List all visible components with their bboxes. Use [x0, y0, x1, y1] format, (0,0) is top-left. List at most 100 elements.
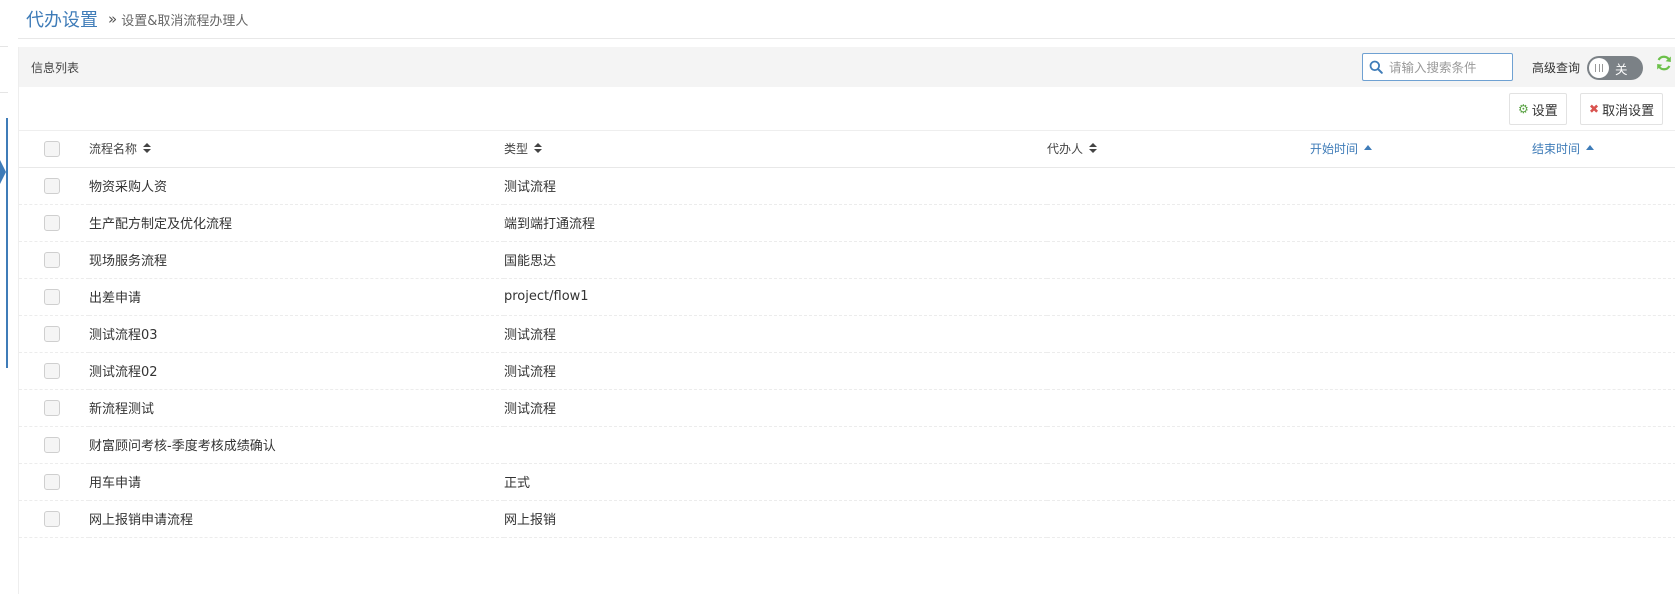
cell-agent — [1047, 463, 1310, 501]
cell-agent — [1047, 241, 1310, 279]
cell-start-time — [1310, 389, 1532, 427]
row-select-cell — [19, 167, 89, 205]
cell-name: 新流程测试 — [89, 389, 504, 427]
cell-end-time — [1532, 204, 1675, 242]
nav-divider — [0, 46, 8, 47]
cell-name: 测试流程03 — [89, 315, 504, 353]
select-all-checkbox[interactable] — [44, 140, 60, 157]
cell-end-time — [1532, 315, 1675, 353]
row-select-cell — [19, 241, 89, 279]
row-select-cell — [19, 463, 89, 501]
close-icon: ✖ — [1589, 102, 1600, 116]
table-row[interactable]: 测试流程02 测试流程 — [19, 352, 1675, 390]
panel-title: 信息列表 — [31, 60, 80, 75]
cell-agent — [1047, 389, 1310, 427]
column-header-label: 代办人 — [1047, 142, 1084, 157]
row-checkbox[interactable] — [44, 214, 60, 231]
row-checkbox[interactable] — [44, 177, 60, 194]
cell-type — [504, 426, 1047, 464]
column-header-type[interactable]: 类型 — [504, 131, 1047, 168]
row-checkbox[interactable] — [44, 251, 60, 268]
table-header-row: 流程名称 类型 代办人 开始时间 结束时间 — [19, 131, 1675, 168]
breadcrumb-separator-icon: » — [108, 10, 118, 28]
breadcrumb: » 设置&取消流程办理人 — [108, 10, 248, 29]
cell-name: 生产配方制定及优化流程 — [89, 204, 504, 242]
set-button[interactable]: ⚙ 设置 — [1509, 93, 1567, 125]
row-checkbox[interactable] — [44, 436, 60, 453]
table-row[interactable]: 物资采购人资 测试流程 — [19, 167, 1675, 205]
gear-icon: ⚙ — [1518, 102, 1529, 116]
cell-end-time — [1532, 167, 1675, 205]
cell-type: 端到端打通流程 — [504, 204, 1047, 242]
toggle-knob — [1589, 58, 1609, 78]
column-header-end-time[interactable]: 结束时间 — [1532, 131, 1675, 168]
table-row[interactable]: 生产配方制定及优化流程 端到端打通流程 — [19, 204, 1675, 242]
sort-icon — [534, 143, 543, 154]
nav-active-indicator — [6, 118, 8, 368]
cell-agent — [1047, 352, 1310, 390]
row-checkbox[interactable] — [44, 510, 60, 527]
table-row[interactable]: 现场服务流程 国能思达 — [19, 241, 1675, 279]
page-header: 代办设置 » 设置&取消流程办理人 — [18, 0, 1675, 39]
row-checkbox[interactable] — [44, 288, 60, 305]
advanced-search-label: 高级查询 — [1532, 61, 1581, 75]
row-select-cell — [19, 204, 89, 242]
cell-name: 测试流程02 — [89, 352, 504, 390]
row-select-cell — [19, 315, 89, 353]
search-input[interactable] — [1389, 55, 1509, 79]
cell-type: 国能思达 — [504, 241, 1047, 279]
cancel-setting-button-label: 取消设置 — [1602, 103, 1655, 119]
cell-name: 物资采购人资 — [89, 167, 504, 205]
table-row[interactable]: 新流程测试 测试流程 — [19, 389, 1675, 427]
sort-icon — [1089, 143, 1098, 154]
cell-start-time — [1310, 426, 1532, 464]
cell-start-time — [1310, 167, 1532, 205]
action-toolbar: ⚙ 设置 ✖ 取消设置 — [19, 87, 1675, 131]
cell-type: 测试流程 — [504, 315, 1047, 353]
cell-agent — [1047, 500, 1310, 538]
sort-icon — [143, 143, 152, 154]
cell-agent — [1047, 204, 1310, 242]
row-checkbox[interactable] — [44, 399, 60, 416]
cell-start-time — [1310, 204, 1532, 242]
cancel-setting-button[interactable]: ✖ 取消设置 — [1580, 93, 1664, 125]
column-header-agent[interactable]: 代办人 — [1047, 131, 1310, 168]
cell-type: project/flow1 — [504, 278, 1047, 316]
cell-type: 测试流程 — [504, 389, 1047, 427]
cell-agent — [1047, 426, 1310, 464]
cell-type: 测试流程 — [504, 352, 1047, 390]
table-row[interactable]: 用车申请 正式 — [19, 463, 1675, 501]
cell-end-time — [1532, 241, 1675, 279]
panel-header: 信息列表 高级查询 关 — [19, 47, 1675, 87]
row-select-cell — [19, 352, 89, 390]
cell-start-time — [1310, 463, 1532, 501]
column-header-start-time[interactable]: 开始时间 — [1310, 131, 1532, 168]
column-header-label: 类型 — [504, 142, 529, 157]
collapse-arrow-icon[interactable] — [0, 160, 6, 184]
cell-start-time — [1310, 241, 1532, 279]
advanced-search-toggle[interactable]: 关 — [1587, 56, 1643, 80]
column-header-name[interactable]: 流程名称 — [89, 131, 504, 168]
sort-asc-icon — [1586, 145, 1595, 151]
process-table: 流程名称 类型 代办人 开始时间 结束时间 物资采购人资 测试流程 生产配方制定及… — [19, 131, 1675, 538]
row-select-cell — [19, 426, 89, 464]
cell-type: 网上报销 — [504, 500, 1047, 538]
nav-divider — [0, 92, 8, 93]
column-header-label: 开始时间 — [1310, 142, 1359, 157]
table-row[interactable]: 出差申请 project/flow1 — [19, 278, 1675, 316]
grip-icon — [1595, 64, 1603, 72]
search-icon — [1369, 60, 1383, 74]
row-select-cell — [19, 500, 89, 538]
cell-agent — [1047, 167, 1310, 205]
table-row[interactable]: 测试流程03 测试流程 — [19, 315, 1675, 353]
cell-type: 测试流程 — [504, 167, 1047, 205]
cell-end-time — [1532, 426, 1675, 464]
row-checkbox[interactable] — [44, 362, 60, 379]
row-checkbox[interactable] — [44, 473, 60, 490]
table-row[interactable]: 财富顾问考核-季度考核成绩确认 — [19, 426, 1675, 464]
row-checkbox[interactable] — [44, 325, 60, 342]
refresh-icon[interactable] — [1655, 54, 1673, 72]
table-row[interactable]: 网上报销申请流程 网上报销 — [19, 500, 1675, 538]
left-nav-strip — [0, 0, 18, 594]
cell-name: 现场服务流程 — [89, 241, 504, 279]
